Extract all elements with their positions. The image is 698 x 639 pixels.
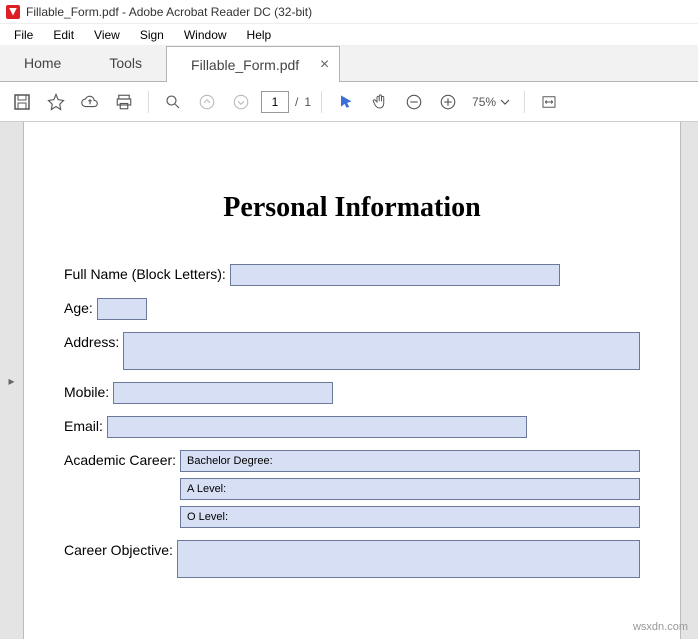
input-academic-olevel[interactable]: O Level: bbox=[180, 506, 640, 528]
fit-width-button[interactable] bbox=[535, 88, 563, 116]
star-button[interactable] bbox=[42, 88, 70, 116]
page-number-input[interactable] bbox=[261, 91, 289, 113]
label-objective: Career Objective: bbox=[64, 540, 173, 558]
search-icon bbox=[164, 93, 182, 111]
tab-tools[interactable]: Tools bbox=[85, 45, 166, 81]
nav-pane-toggle[interactable]: ▸ bbox=[0, 122, 24, 639]
watermark: wsxdn.com bbox=[633, 621, 688, 633]
cloud-button[interactable] bbox=[76, 88, 104, 116]
toolbar: / 1 75% bbox=[0, 82, 698, 122]
row-objective: Career Objective: bbox=[64, 540, 640, 578]
zoom-in-button[interactable] bbox=[434, 88, 462, 116]
hand-icon bbox=[371, 93, 389, 111]
plus-circle-icon bbox=[439, 93, 457, 111]
chevron-right-icon: ▸ bbox=[8, 374, 14, 388]
tab-document-label: Fillable_Form.pdf bbox=[191, 57, 299, 73]
menu-help[interactable]: Help bbox=[239, 26, 280, 44]
star-icon bbox=[47, 93, 65, 111]
toolbar-separator bbox=[148, 91, 149, 113]
label-email: Email: bbox=[64, 416, 103, 434]
close-icon[interactable]: × bbox=[320, 47, 329, 83]
minus-circle-icon bbox=[405, 93, 423, 111]
label-age: Age: bbox=[64, 298, 93, 316]
menu-view[interactable]: View bbox=[86, 26, 128, 44]
tab-document[interactable]: Fillable_Form.pdf × bbox=[166, 46, 340, 82]
row-mobile: Mobile: bbox=[64, 382, 640, 404]
cursor-icon bbox=[338, 93, 354, 111]
row-age: Age: bbox=[64, 298, 640, 320]
row-email: Email: bbox=[64, 416, 640, 438]
row-fullname: Full Name (Block Letters): bbox=[64, 264, 640, 286]
window-title: Fillable_Form.pdf - Adobe Acrobat Reader… bbox=[26, 5, 312, 19]
input-fullname[interactable] bbox=[230, 264, 560, 286]
label-fullname: Full Name (Block Letters): bbox=[64, 264, 226, 282]
label-academic: Academic Career: bbox=[64, 450, 176, 468]
label-mobile: Mobile: bbox=[64, 382, 109, 400]
label-address: Address: bbox=[64, 332, 119, 350]
input-email[interactable] bbox=[107, 416, 527, 438]
hand-tool-button[interactable] bbox=[366, 88, 394, 116]
input-objective[interactable] bbox=[177, 540, 640, 578]
menu-bar: File Edit View Sign Window Help bbox=[0, 24, 698, 46]
arrow-up-circle-icon bbox=[198, 93, 216, 111]
save-icon bbox=[13, 93, 31, 111]
arrow-down-circle-icon bbox=[232, 93, 250, 111]
input-academic-alevel[interactable]: A Level: bbox=[180, 478, 640, 500]
selection-tool-button[interactable] bbox=[332, 88, 360, 116]
zoom-dropdown[interactable]: 75% bbox=[468, 95, 514, 109]
tab-bar: Home Tools Fillable_Form.pdf × bbox=[0, 46, 698, 82]
page-down-button[interactable] bbox=[227, 88, 255, 116]
page-separator: / bbox=[295, 95, 298, 109]
toolbar-separator bbox=[524, 91, 525, 113]
zoom-out-button[interactable] bbox=[400, 88, 428, 116]
title-bar: Fillable_Form.pdf - Adobe Acrobat Reader… bbox=[0, 0, 698, 24]
page-up-button[interactable] bbox=[193, 88, 221, 116]
zoom-value: 75% bbox=[472, 95, 496, 109]
menu-edit[interactable]: Edit bbox=[45, 26, 82, 44]
menu-window[interactable]: Window bbox=[176, 26, 235, 44]
menu-file[interactable]: File bbox=[6, 26, 41, 44]
input-age[interactable] bbox=[97, 298, 147, 320]
toolbar-separator bbox=[321, 91, 322, 113]
chevron-down-icon bbox=[500, 97, 510, 107]
find-button[interactable] bbox=[159, 88, 187, 116]
page-total: 1 bbox=[304, 95, 311, 109]
menu-sign[interactable]: Sign bbox=[132, 26, 172, 44]
fit-width-icon bbox=[540, 93, 558, 111]
input-mobile[interactable] bbox=[113, 382, 333, 404]
save-button[interactable] bbox=[8, 88, 36, 116]
input-address[interactable] bbox=[123, 332, 640, 370]
print-button[interactable] bbox=[110, 88, 138, 116]
row-academic: Academic Career: Bachelor Degree: A Leve… bbox=[64, 450, 640, 528]
pdf-page: Personal Information Full Name (Block Le… bbox=[24, 122, 680, 639]
tab-home[interactable]: Home bbox=[0, 45, 85, 81]
tools-pane-toggle[interactable] bbox=[680, 122, 698, 639]
row-address: Address: bbox=[64, 332, 640, 370]
form-title: Personal Information bbox=[64, 192, 640, 224]
input-academic-bachelor[interactable]: Bachelor Degree: bbox=[180, 450, 640, 472]
work-area: ▸ Personal Information Full Name (Block … bbox=[0, 122, 698, 639]
cloud-upload-icon bbox=[80, 93, 100, 111]
print-icon bbox=[115, 93, 133, 111]
app-logo-icon bbox=[6, 5, 20, 19]
